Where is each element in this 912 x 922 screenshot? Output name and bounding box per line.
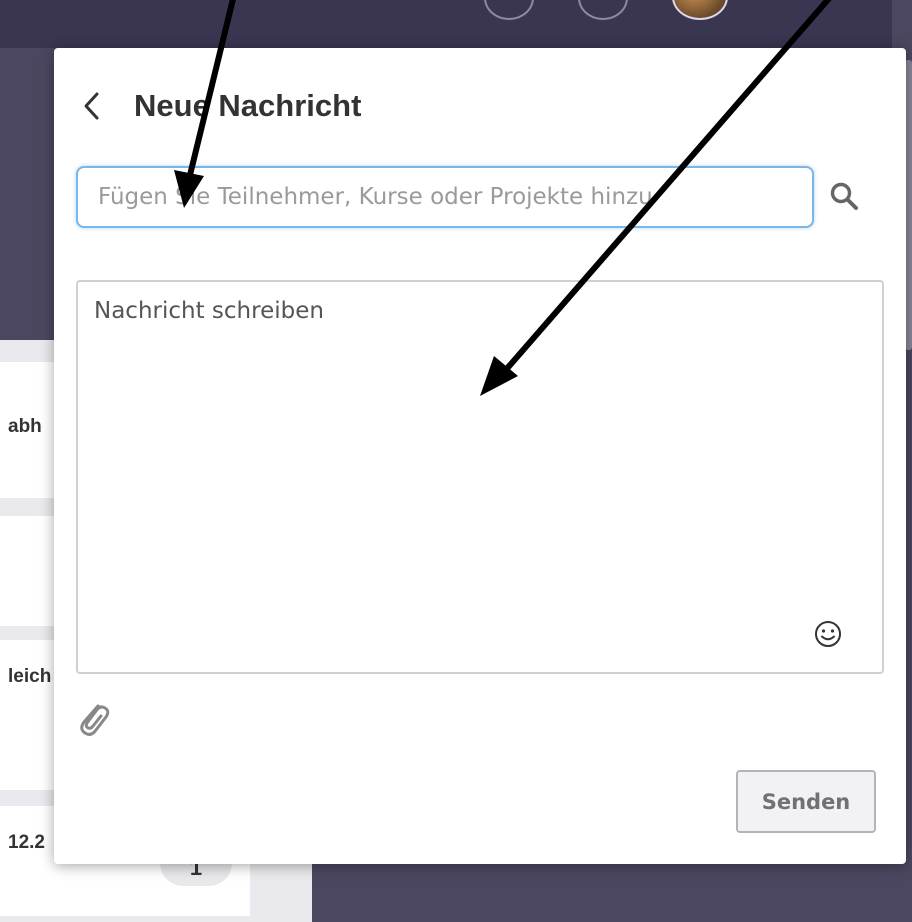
top-bar-icon-button[interactable] [484, 0, 534, 20]
message-textarea[interactable] [78, 282, 882, 672]
background-card-text: abh [8, 416, 42, 437]
user-avatar[interactable] [672, 0, 728, 20]
new-message-dialog: Neue Nachricht Senden [54, 48, 906, 864]
dialog-title: Neue Nachricht [134, 88, 362, 123]
background-card-text: 12.2 [8, 832, 45, 853]
recipient-search-input[interactable] [76, 166, 814, 228]
chevron-left-icon[interactable] [82, 89, 112, 123]
send-button[interactable]: Senden [736, 770, 876, 833]
search-icon[interactable] [826, 174, 862, 218]
app-top-bar [0, 0, 912, 48]
top-bar-icon-button[interactable] [578, 0, 628, 20]
scrollbar-thumb[interactable] [905, 60, 912, 350]
paperclip-icon[interactable] [76, 698, 110, 740]
smiley-icon[interactable] [808, 614, 848, 654]
background-card-text: leich [8, 666, 52, 687]
message-field-container [76, 280, 884, 674]
dialog-header: Neue Nachricht [82, 86, 361, 126]
